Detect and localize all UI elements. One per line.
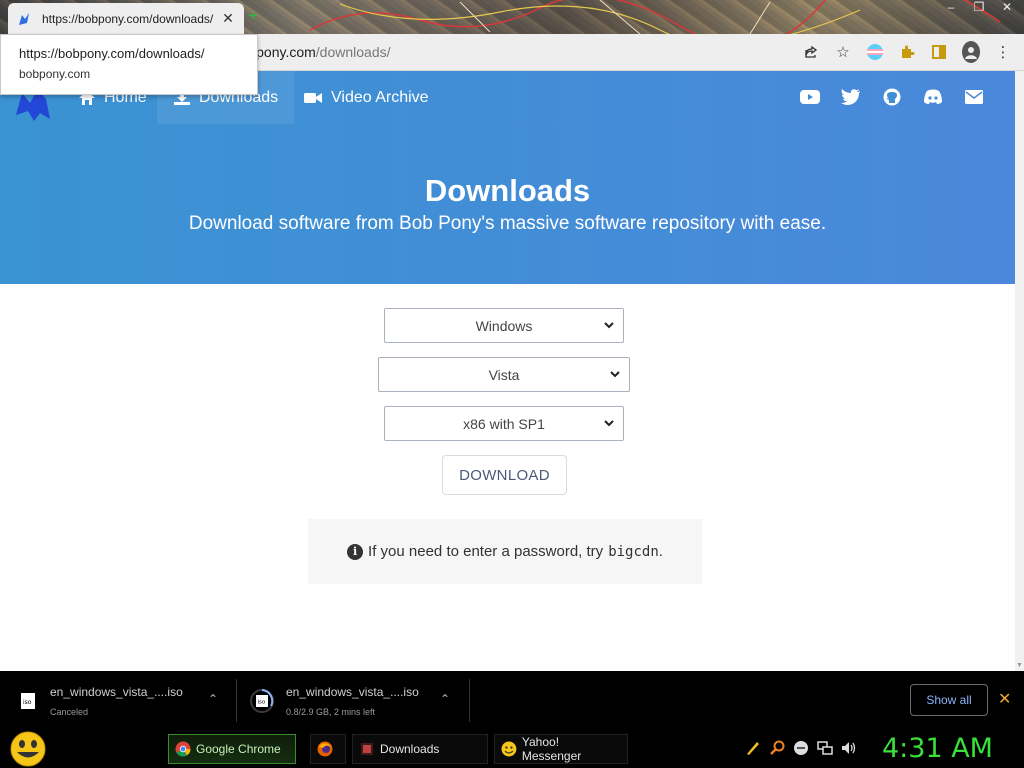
minimize-icon[interactable]: – xyxy=(944,0,958,18)
close-window-icon[interactable]: ✕ xyxy=(1000,0,1014,18)
password-note-text: If you need to enter a password, try xyxy=(368,543,604,560)
version-select-value: Vista xyxy=(488,366,520,383)
url-path: /downloads/ xyxy=(315,44,391,60)
menu-dots-icon[interactable]: ⋮ xyxy=(994,40,1012,64)
page-subtitle: Download software from Bob Pony's massiv… xyxy=(188,213,827,234)
info-icon: i xyxy=(347,543,364,560)
os-select[interactable]: Windows xyxy=(384,308,624,343)
firefox-icon xyxy=(317,741,333,757)
video-camera-icon xyxy=(304,92,322,103)
chevron-down-icon xyxy=(610,371,620,378)
shelf-divider xyxy=(236,679,237,722)
maximize-icon[interactable]: ❐ xyxy=(972,0,986,18)
pen-icon[interactable] xyxy=(745,740,761,756)
bookmark-star-icon[interactable]: ☆ xyxy=(834,40,852,64)
download-item[interactable]: iso en_windows_vista_....iso 0.8/2.9 GB,… xyxy=(250,671,465,730)
tab-title: https://bobpony.com/downloads/ xyxy=(42,11,214,26)
close-shelf-icon[interactable]: ✕ xyxy=(998,689,1011,709)
system-clock[interactable]: 4:31 AM xyxy=(880,732,995,766)
extensions-puzzle-icon[interactable] xyxy=(898,40,916,64)
scroll-down-arrow-icon[interactable]: ▼ xyxy=(1016,662,1023,669)
search-icon[interactable] xyxy=(769,740,785,756)
chevron-down-icon xyxy=(604,322,614,329)
browser-tabstrip: https://bobpony.com/downloads/ ✕ + – ❐ ✕ xyxy=(0,0,1024,34)
nav-video-archive[interactable]: Video Archive xyxy=(287,71,445,124)
taskbar-yahoo-label: Yahoo! Messenger xyxy=(521,735,582,763)
taskbar-chrome-label: Google Chrome xyxy=(196,742,281,756)
os-select-value: Windows xyxy=(475,317,533,334)
taskbar-yahoo-messenger[interactable]: Yahoo! Messenger xyxy=(494,734,628,764)
window-controls: – ❐ ✕ xyxy=(944,0,1014,18)
tooltip-domain: bobpony.com xyxy=(19,67,91,81)
page-scrollbar[interactable]: ▼ xyxy=(1015,71,1024,671)
tab-hover-tooltip: https://bobpony.com/downloads/ bobpony.c… xyxy=(0,34,258,95)
password-note: i If you need to enter a password, try b… xyxy=(308,519,702,584)
page-title: Downloads xyxy=(424,173,591,208)
yahoo-messenger-icon xyxy=(501,741,517,757)
password-note-end: . xyxy=(658,543,663,560)
social-links xyxy=(798,87,985,107)
download-button[interactable]: DOWNLOAD xyxy=(442,455,567,495)
wallpaper-scribble xyxy=(309,0,1001,34)
password-code: bigcdn xyxy=(608,543,659,560)
downloads-shelf: iso en_windows_vista_....iso Canceled ⌃ … xyxy=(0,671,1024,730)
account-avatar-icon[interactable] xyxy=(962,40,980,64)
tab-close-icon[interactable]: ✕ xyxy=(220,10,236,27)
toolbar-icons: ☆ ⋮ xyxy=(802,40,1012,64)
volume-icon[interactable] xyxy=(841,740,857,756)
taskbar-firefox[interactable] xyxy=(310,734,346,764)
download-item-name: en_windows_vista_....iso xyxy=(50,684,183,699)
taskbar: Google Chrome Downloads Yahoo! Messenger… xyxy=(0,730,1024,768)
sidepanel-icon[interactable] xyxy=(930,40,948,64)
github-icon[interactable] xyxy=(880,87,903,107)
shelf-divider xyxy=(469,679,470,722)
edition-select[interactable]: x86 with SP1 xyxy=(384,406,624,441)
download-item-name: en_windows_vista_....iso xyxy=(286,684,419,699)
version-select[interactable]: Vista xyxy=(378,357,630,392)
messenger-tray-icon[interactable] xyxy=(793,740,809,756)
download-item[interactable]: iso en_windows_vista_....iso Canceled ⌃ xyxy=(18,671,233,730)
address-bar[interactable]: //bobpony.com/downloads/ xyxy=(225,39,860,66)
chrome-icon xyxy=(175,741,191,757)
browser-tab[interactable]: https://bobpony.com/downloads/ ✕ xyxy=(8,3,244,34)
chevron-up-icon[interactable]: ⌃ xyxy=(208,692,218,706)
download-item-status: Canceled xyxy=(50,706,89,717)
iso-file-icon: iso xyxy=(21,692,35,709)
edition-select-value: x86 with SP1 xyxy=(463,415,545,432)
new-tab-button[interactable]: + xyxy=(248,8,262,26)
show-all-button[interactable]: Show all xyxy=(910,684,988,716)
site-favicon-icon xyxy=(19,12,29,25)
iso-file-progress-icon: iso xyxy=(250,688,274,713)
tooltip-url: https://bobpony.com/downloads/ xyxy=(19,46,205,61)
email-icon[interactable] xyxy=(962,87,985,107)
start-smiley-icon[interactable] xyxy=(8,731,48,767)
twitter-icon[interactable] xyxy=(839,87,862,107)
taskbar-chrome[interactable]: Google Chrome xyxy=(168,734,296,764)
chevron-up-icon[interactable]: ⌃ xyxy=(440,692,450,706)
taskbar-downloads[interactable]: Downloads xyxy=(352,734,488,764)
svg-text:iso: iso xyxy=(23,699,32,706)
discord-icon[interactable] xyxy=(921,87,944,107)
svg-text:iso: iso xyxy=(258,699,266,705)
taskbar-downloads-label: Downloads xyxy=(380,742,440,756)
profile-flag-icon[interactable] xyxy=(866,40,884,64)
network-icon[interactable] xyxy=(817,740,833,756)
chevron-down-icon xyxy=(604,420,614,427)
share-icon[interactable] xyxy=(802,40,820,64)
folder-icon xyxy=(361,743,373,755)
download-item-status: 0.8/2.9 GB, 2 mins left xyxy=(286,706,376,717)
web-page: Home Downloads Video Archive Downloads D… xyxy=(0,71,1015,671)
youtube-icon[interactable] xyxy=(798,87,821,107)
nav-video-archive-label: Video Archive xyxy=(331,88,429,106)
system-tray xyxy=(745,740,857,756)
hero-banner: Home Downloads Video Archive Downloads D… xyxy=(0,71,1015,284)
